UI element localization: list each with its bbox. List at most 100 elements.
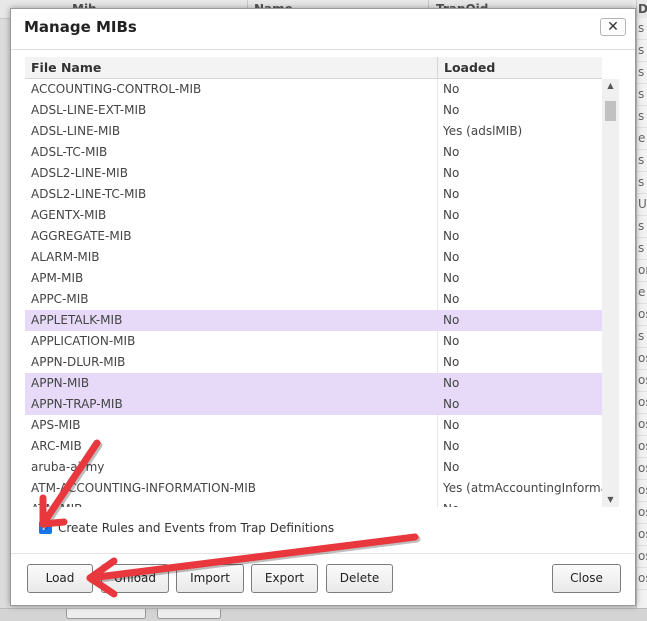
table-row[interactable]: AGENTX-MIB No xyxy=(25,205,602,226)
background-description-column: ssssse AssUCssone Aossososososososososos… xyxy=(636,18,647,608)
table-row[interactable]: ADSL2-LINE-TC-MIB No xyxy=(25,184,602,205)
bg-description-fragment: os xyxy=(637,480,647,502)
file-name-cell: APM-MIB xyxy=(31,271,84,285)
column-header-loaded[interactable]: Loaded xyxy=(437,57,602,78)
bg-description-fragment: s xyxy=(637,40,647,62)
file-name-cell: ADSL2-LINE-MIB xyxy=(31,166,128,180)
table-row[interactable]: ARC-MIB No xyxy=(25,436,602,457)
table-row[interactable]: APPLICATION-MIB No xyxy=(25,331,602,352)
table-scrollbar[interactable]: ▲ ▼ xyxy=(602,79,619,507)
bg-description-fragment: s xyxy=(637,172,647,194)
loaded-cell: No xyxy=(443,292,460,306)
import-button[interactable]: Import xyxy=(176,564,244,593)
background-footer xyxy=(0,608,647,621)
loaded-cell: Yes (adslMIB) xyxy=(443,124,523,138)
table-row[interactable]: APPN-MIB No xyxy=(25,373,602,394)
file-name-cell: ADSL-TC-MIB xyxy=(31,145,108,159)
loaded-cell: No xyxy=(443,439,460,453)
file-name-cell: ATM-MIB xyxy=(31,499,431,507)
bg-description-fragment: s xyxy=(637,84,647,106)
create-rules-checkbox[interactable]: ✓ xyxy=(39,521,52,534)
loaded-cell: No xyxy=(443,208,460,222)
table-row[interactable]: APM-MIB No xyxy=(25,268,602,289)
file-name-cell: APPN-DLUR-MIB xyxy=(31,355,126,369)
close-button[interactable]: Close xyxy=(552,564,621,593)
create-rules-label[interactable]: Create Rules and Events from Trap Defini… xyxy=(58,521,334,535)
table-row[interactable]: ATM-MIB No xyxy=(25,499,602,507)
file-name-cell: ADSL-LINE-EXT-MIB xyxy=(31,103,147,117)
file-name-cell: APS-MIB xyxy=(31,418,81,432)
scroll-down-arrow-icon[interactable]: ▼ xyxy=(602,493,619,507)
bg-description-fragment: s xyxy=(637,326,647,348)
table-row[interactable]: aruba-airmy No xyxy=(25,457,602,478)
mib-table: File Name Loaded ACCOUNTING-CONTROL-MIB N… xyxy=(25,57,622,507)
scrollbar-thumb[interactable] xyxy=(605,101,616,121)
loaded-cell: No xyxy=(437,499,604,507)
dialog-title: Manage MIBs xyxy=(24,18,137,36)
background-button xyxy=(157,609,221,619)
table-row[interactable]: APPN-TRAP-MIB No xyxy=(25,394,602,415)
bg-description-fragment: e A xyxy=(637,128,647,150)
export-button[interactable]: Export xyxy=(251,564,318,593)
table-row[interactable]: APPC-MIB No xyxy=(25,289,602,310)
loaded-cell: No xyxy=(443,271,460,285)
bg-description-fragment: s xyxy=(637,238,647,260)
file-name-cell: ADSL-LINE-MIB xyxy=(31,124,121,138)
table-row[interactable]: ADSL-LINE-MIB Yes (adslMIB) xyxy=(25,121,602,142)
file-name-cell: ACCOUNTING-CONTROL-MIB xyxy=(31,82,202,96)
file-name-cell: ALARM-MIB xyxy=(31,250,100,264)
bg-description-fragment: os xyxy=(637,524,647,546)
table-row[interactable]: APPN-DLUR-MIB No xyxy=(25,352,602,373)
table-row[interactable]: ATM-ACCOUNTING-INFORMATION-MIB Yes (atmAc… xyxy=(25,478,604,499)
loaded-cell: No xyxy=(443,460,460,474)
table-body: ACCOUNTING-CONTROL-MIB No ADSL-LINE-EXT-MI… xyxy=(25,79,604,507)
table-row[interactable]: ACCOUNTING-CONTROL-MIB No xyxy=(25,79,602,100)
loaded-cell: No xyxy=(443,229,460,243)
table-row[interactable]: AGGREGATE-MIB No xyxy=(25,226,602,247)
file-name-cell: APPLICATION-MIB xyxy=(31,334,136,348)
close-x-button[interactable]: ✕ xyxy=(600,18,626,36)
loaded-cell: No xyxy=(443,376,460,390)
file-name-cell: ATM-ACCOUNTING-INFORMATION-MIB xyxy=(31,481,257,495)
table-header: File Name Loaded xyxy=(25,57,602,79)
delete-button[interactable]: Delete xyxy=(326,564,393,593)
file-name-cell: ADSL2-LINE-TC-MIB xyxy=(31,187,147,201)
table-row[interactable]: ALARM-MIB No xyxy=(25,247,602,268)
loaded-cell: No xyxy=(443,397,460,411)
loaded-cell: Yes (atmAccountingInforma xyxy=(443,481,604,495)
bg-description-fragment: os xyxy=(637,458,647,480)
bg-description-fragment: os xyxy=(637,414,647,436)
file-name-cell: APPC-MIB xyxy=(31,292,89,306)
bg-description-fragment: UC xyxy=(637,194,647,216)
loaded-cell: No xyxy=(443,103,460,117)
bg-description-fragment: on xyxy=(637,260,647,282)
table-row[interactable]: ADSL-LINE-EXT-MIB No xyxy=(25,100,602,121)
bg-description-fragment: os xyxy=(637,568,647,590)
load-button[interactable]: Load xyxy=(27,564,93,593)
table-row[interactable]: APPLETALK-MIB No xyxy=(25,310,602,331)
loaded-cell: No xyxy=(443,82,460,96)
loaded-cell: No xyxy=(443,166,460,180)
bg-description-fragment: os xyxy=(637,546,647,568)
file-name-cell: APPLETALK-MIB xyxy=(31,313,123,327)
unload-button[interactable]: Unload xyxy=(101,564,169,593)
title-divider xyxy=(11,49,635,50)
file-name-cell: APPN-MIB xyxy=(31,376,90,390)
bg-description-fragment: s xyxy=(637,106,647,128)
bg-description-fragment: os xyxy=(637,304,647,326)
manage-mibs-dialog: Manage MIBs ✕ File Name Loaded ACCOUNTIN… xyxy=(10,8,636,606)
bg-col-separator xyxy=(636,0,637,18)
background-button xyxy=(66,609,146,619)
table-row[interactable]: ADSL2-LINE-MIB No xyxy=(25,163,602,184)
loaded-cell: No xyxy=(443,418,460,432)
table-row[interactable]: APS-MIB No xyxy=(25,415,602,436)
bg-description-fragment: os xyxy=(637,436,647,458)
loaded-cell: No xyxy=(443,334,460,348)
bg-description-fragment: s xyxy=(637,18,647,40)
bg-description-fragment: os xyxy=(637,502,647,524)
scroll-up-arrow-icon[interactable]: ▲ xyxy=(602,79,619,93)
column-header-file-name[interactable]: File Name xyxy=(31,57,101,78)
loaded-cell: No xyxy=(443,145,460,159)
loaded-cell: No xyxy=(443,187,460,201)
table-row[interactable]: ADSL-TC-MIB No xyxy=(25,142,602,163)
